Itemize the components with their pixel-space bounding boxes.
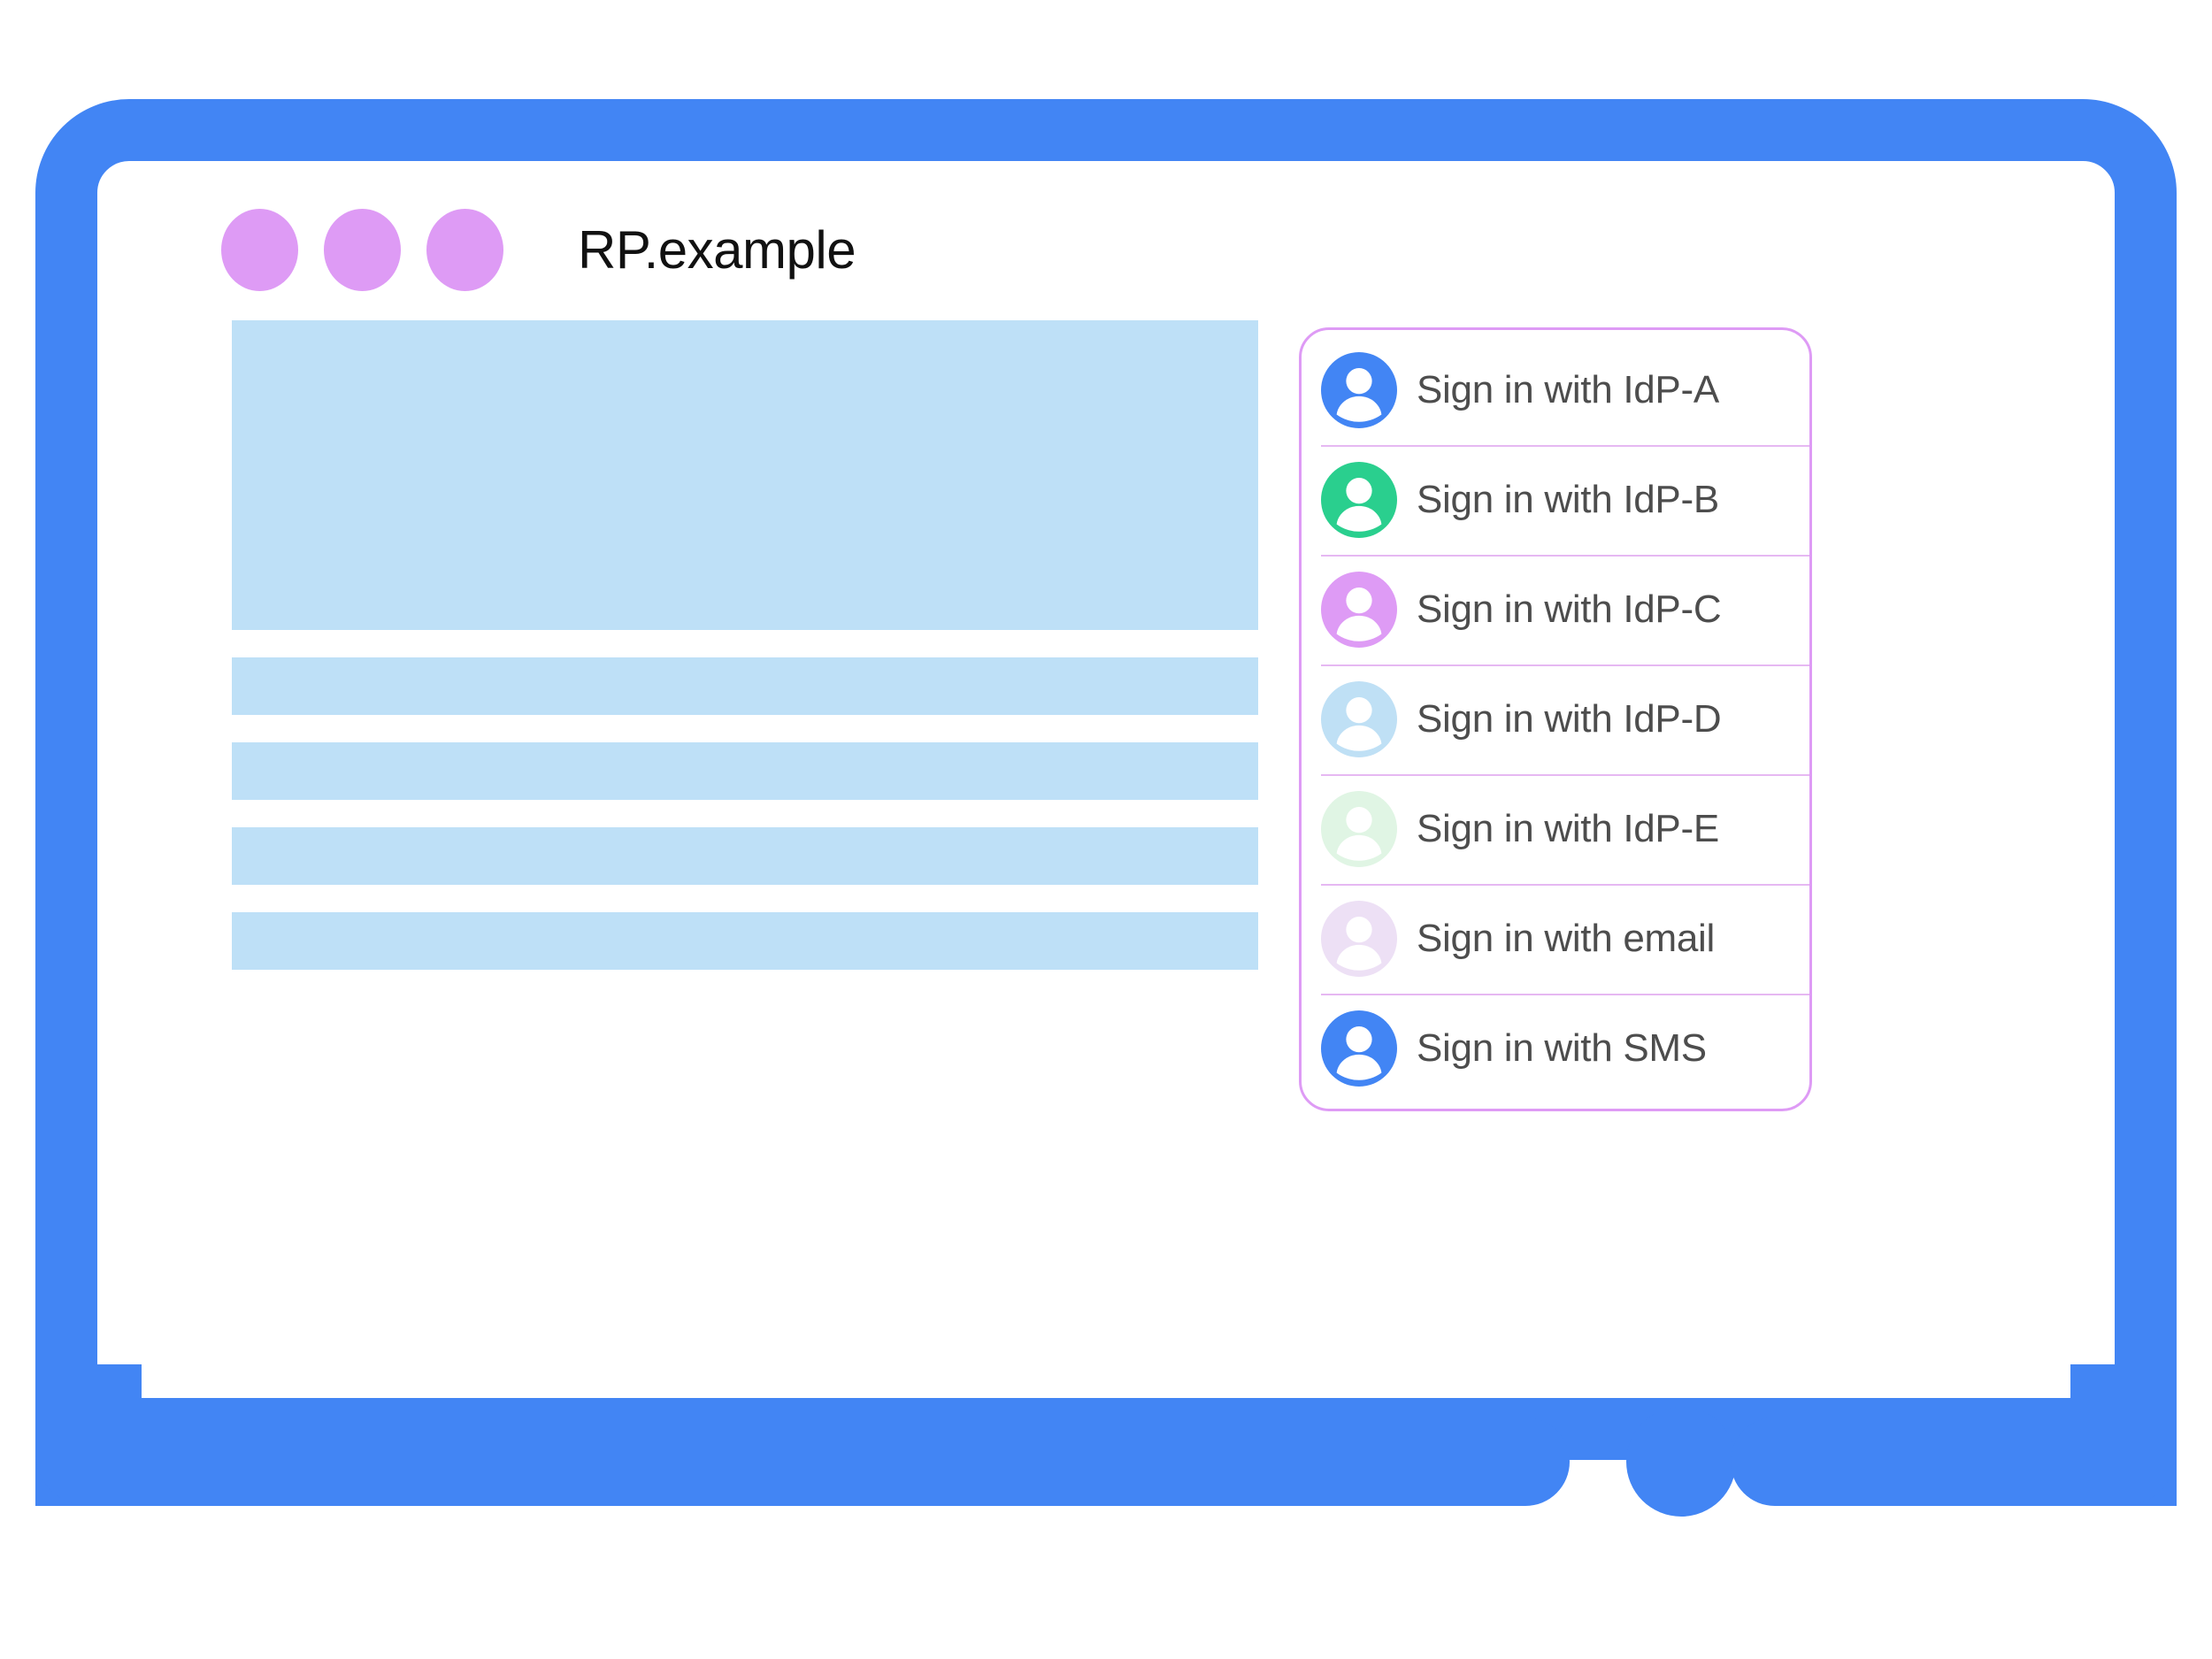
text-line-placeholder-3 (232, 827, 1258, 885)
account-label: Sign in with email (1417, 917, 1715, 960)
account-chooser-panel: Sign in with IdP-A Sign in with IdP-B Si… (1299, 327, 1812, 1111)
device-bottom-bar-left (35, 1364, 1570, 1506)
text-line-placeholder-2 (232, 742, 1258, 800)
browser-content: RP.example Sign in with IdP-A Sign in wi… (97, 161, 2115, 1398)
person-avatar-icon (1321, 791, 1397, 867)
account-label: Sign in with IdP-C (1417, 588, 1722, 631)
signin-idp-e[interactable]: Sign in with IdP-E (1302, 774, 1809, 884)
page-title: RP.example (578, 219, 856, 280)
person-avatar-icon (1321, 462, 1397, 538)
account-label: Sign in with IdP-D (1417, 697, 1722, 741)
person-avatar-icon (1321, 681, 1397, 757)
home-button[interactable] (1626, 1407, 1736, 1517)
signin-sms[interactable]: Sign in with SMS (1302, 994, 1809, 1103)
signin-email[interactable]: Sign in with email (1302, 884, 1809, 994)
device-bottom-bar-right (1731, 1364, 2177, 1506)
account-label: Sign in with IdP-A (1417, 368, 1719, 411)
window-titlebar: RP.example (97, 161, 2115, 338)
signin-idp-d[interactable]: Sign in with IdP-D (1302, 664, 1809, 774)
text-line-placeholder-1 (232, 657, 1258, 715)
account-label: Sign in with SMS (1417, 1026, 1707, 1070)
content-skeleton (232, 320, 1258, 997)
window-dot-2[interactable] (324, 208, 401, 291)
window-dot-1[interactable] (221, 208, 298, 291)
signin-idp-c[interactable]: Sign in with IdP-C (1302, 555, 1809, 664)
account-label: Sign in with IdP-E (1417, 807, 1719, 850)
signin-idp-b[interactable]: Sign in with IdP-B (1302, 445, 1809, 555)
person-avatar-icon (1321, 352, 1397, 428)
person-avatar-icon (1321, 901, 1397, 977)
person-avatar-icon (1321, 1010, 1397, 1087)
window-dot-3[interactable] (426, 208, 503, 291)
device-frame: RP.example Sign in with IdP-A Sign in wi… (35, 99, 2177, 1557)
account-label: Sign in with IdP-B (1417, 478, 1719, 521)
text-line-placeholder-4 (232, 912, 1258, 970)
person-avatar-icon (1321, 572, 1397, 648)
signin-idp-a[interactable]: Sign in with IdP-A (1302, 335, 1809, 445)
hero-placeholder (232, 320, 1258, 630)
